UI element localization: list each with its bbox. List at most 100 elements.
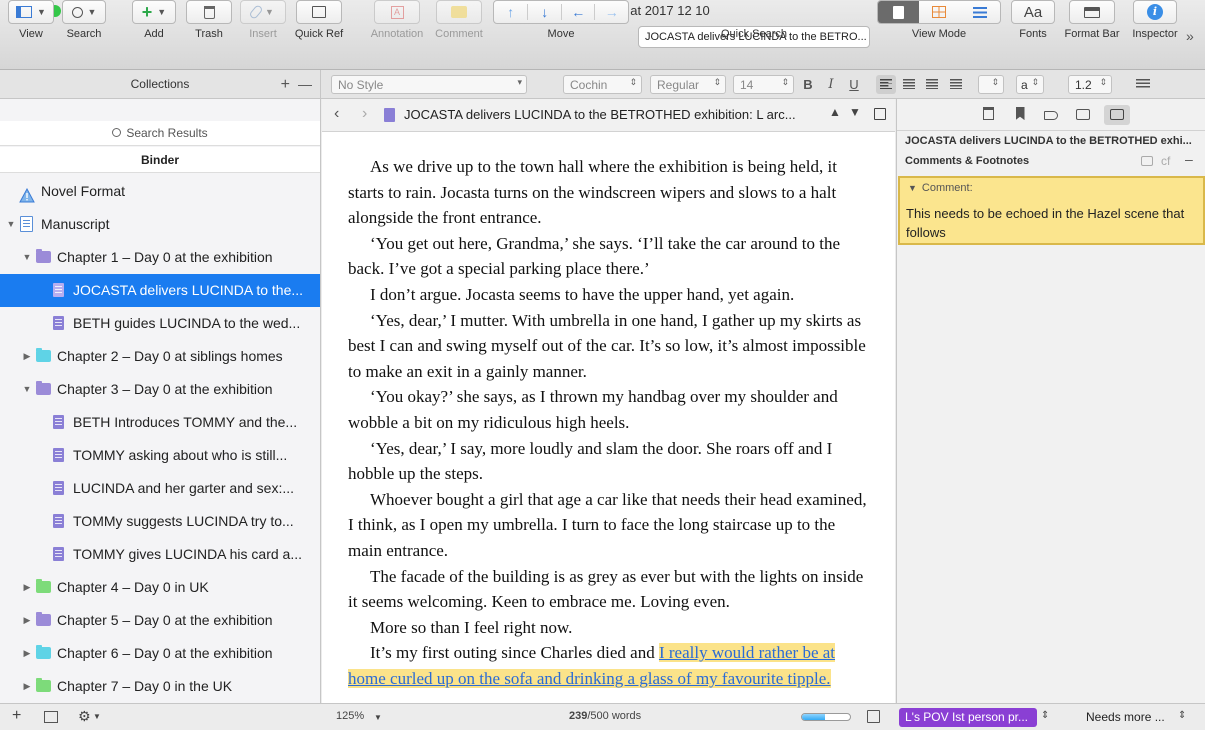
next-document-button[interactable]: ▼: [849, 105, 861, 119]
disclosure-open-icon[interactable]: ▼: [21, 373, 33, 406]
word-count[interactable]: 239/500 words: [569, 710, 641, 722]
editor-paragraph[interactable]: ‘Yes, dear,’ I mutter. With umbrella in …: [348, 308, 870, 385]
add-footnote-button[interactable]: cf: [1161, 154, 1170, 168]
trash-button[interactable]: [186, 0, 232, 24]
quick-ref-button[interactable]: [296, 0, 342, 24]
gear-icon[interactable]: ⚙: [78, 708, 91, 725]
binder-tab[interactable]: Binder: [0, 147, 320, 173]
binder-folder[interactable]: ▶ Chapter 2 – Day 0 at siblings homes: [0, 340, 320, 373]
move-right-button[interactable]: →: [594, 4, 628, 20]
editor-paragraph[interactable]: ‘You get out here, Grandma,’ she says. ‘…: [348, 231, 870, 282]
previous-document-button[interactable]: ▲: [829, 105, 841, 119]
font-family-select[interactable]: Cochin ⇕: [563, 75, 642, 94]
search-results-tab[interactable]: Search Results: [0, 121, 320, 146]
editor-paragraph[interactable]: Whoever bought a girl that age a car lik…: [348, 487, 870, 564]
disclosure-open-icon[interactable]: ▼: [21, 241, 33, 274]
underline-button[interactable]: U: [844, 75, 864, 94]
disclosure-closed-icon[interactable]: ▶: [21, 604, 33, 637]
binder-folder[interactable]: ▶ Chapter 6 – Day 0 at the exhibition: [0, 637, 320, 670]
text-editor[interactable]: As we drive up to the town hall where th…: [322, 132, 895, 703]
binder-document[interactable]: TOMMY gives LUCINDA his card a...: [0, 538, 320, 571]
editor-paragraph[interactable]: As we drive up to the town hall where th…: [348, 154, 870, 231]
remove-comment-button[interactable]: –: [1185, 151, 1193, 167]
comment-button[interactable]: [436, 0, 482, 24]
notes-tab[interactable]: [977, 105, 999, 125]
line-spacing-select[interactable]: 1.2 ⇕: [1068, 75, 1112, 94]
label-select[interactable]: L's POV Ist person pr...: [899, 708, 1037, 727]
binder-document[interactable]: BETH guides LUCINDA to the wed...: [0, 307, 320, 340]
move-left-button[interactable]: ←: [560, 4, 595, 20]
binder-folder[interactable]: ▶ Chapter 4 – Day 0 in UK: [0, 571, 320, 604]
insert-button[interactable]: ▼: [240, 0, 286, 24]
annotation-button[interactable]: A: [374, 0, 420, 24]
text-color-select[interactable]: ⇕: [978, 75, 1004, 94]
editor-paragraph[interactable]: ‘You okay?’ she says, as I thrown my han…: [348, 384, 870, 435]
comment-card[interactable]: ▼ Comment: This needs to be echoed in the…: [898, 176, 1205, 245]
binder-folder[interactable]: ▶ Chapter 7 – Day 0 in the UK: [0, 670, 320, 703]
style-select[interactable]: No Style ▾: [331, 75, 527, 94]
add-item-button[interactable]: +: [12, 707, 21, 725]
disclosure-closed-icon[interactable]: ▶: [21, 670, 33, 703]
split-editor-icon[interactable]: [874, 108, 886, 120]
highlight-color-select[interactable]: a ⇕: [1016, 75, 1044, 94]
toolbar-overflow-icon[interactable]: »: [1186, 28, 1194, 44]
disclosure-open-icon[interactable]: ▼: [5, 208, 17, 241]
disclosure-closed-icon[interactable]: ▶: [21, 637, 33, 670]
binder-document[interactable]: LUCINDA and her garter and sex:...: [0, 472, 320, 505]
editor-paragraph[interactable]: It’s my first outing since Charles died …: [348, 640, 870, 691]
add-comment-icon[interactable]: [1141, 156, 1153, 166]
bold-button[interactable]: B: [798, 75, 818, 94]
folder-icon: [36, 348, 51, 362]
comment-text[interactable]: This needs to be echoed in the Hazel sce…: [906, 204, 1198, 242]
inspector-button[interactable]: i: [1133, 0, 1177, 24]
align-center-button[interactable]: [899, 75, 919, 94]
comment-header[interactable]: ▼ Comment:: [908, 182, 973, 194]
editor-body[interactable]: As we drive up to the town hall where th…: [348, 154, 870, 691]
add-button[interactable]: + ▼: [132, 0, 176, 24]
collapse-collections-button[interactable]: —: [298, 70, 312, 99]
font-weight-select[interactable]: Regular ⇕: [650, 75, 726, 94]
binder-item[interactable]: Novel Format: [0, 175, 320, 208]
font-size-select[interactable]: 14 ⇕: [733, 75, 794, 94]
format-bar-button[interactable]: [1069, 0, 1115, 24]
navigate-forward-button[interactable]: ›: [362, 105, 367, 123]
move-up-button[interactable]: ↑: [494, 4, 527, 20]
editor-paragraph[interactable]: More so than I feel right now.: [348, 615, 870, 641]
binder-folder[interactable]: ▼ Chapter 1 – Day 0 at the exhibition: [0, 241, 320, 274]
add-folder-icon[interactable]: [44, 711, 58, 723]
snapshots-tab[interactable]: [1072, 105, 1094, 125]
italic-button[interactable]: I: [821, 75, 841, 94]
edit-target-icon[interactable]: [867, 710, 880, 723]
binder-folder[interactable]: ▶ Chapter 5 – Day 0 at the exhibition: [0, 604, 320, 637]
binder-item[interactable]: ▼ Manuscript: [0, 208, 320, 241]
list-style-button[interactable]: [1128, 75, 1158, 94]
move-down-button[interactable]: ↓: [527, 4, 561, 20]
binder-document[interactable]: JOCASTA delivers LUCINDA to the...: [0, 274, 320, 307]
editor-paragraph[interactable]: The facade of the building is as grey as…: [348, 564, 870, 615]
zoom-level[interactable]: 125%: [336, 710, 364, 722]
view-mode-corkboard-button[interactable]: [919, 1, 960, 23]
view-mode-document-button[interactable]: [878, 1, 919, 23]
align-justify-button[interactable]: [946, 75, 966, 94]
bookmarks-tab[interactable]: [1009, 105, 1031, 125]
fonts-button[interactable]: Aa: [1011, 0, 1055, 24]
metadata-tab[interactable]: [1040, 105, 1062, 125]
view-button[interactable]: ▼: [8, 0, 54, 24]
align-left-button[interactable]: [876, 75, 896, 94]
comments-tab[interactable]: [1104, 105, 1130, 125]
binder-document[interactable]: TOMMY asking about who is still...: [0, 439, 320, 472]
navigate-back-button[interactable]: ‹: [334, 105, 339, 123]
editor-paragraph[interactable]: ‘Yes, dear,’ I say, more loudly and slam…: [348, 436, 870, 487]
editor-document-title[interactable]: JOCASTA delivers LUCINDA to the BETROTHE…: [404, 107, 820, 122]
disclosure-closed-icon[interactable]: ▶: [21, 571, 33, 604]
disclosure-closed-icon[interactable]: ▶: [21, 340, 33, 373]
binder-folder[interactable]: ▼ Chapter 3 – Day 0 at the exhibition: [0, 373, 320, 406]
editor-paragraph[interactable]: I don’t argue. Jocasta seems to have the…: [348, 282, 870, 308]
add-collection-button[interactable]: +: [281, 70, 290, 99]
binder-document[interactable]: TOMMy suggests LUCINDA try to...: [0, 505, 320, 538]
binder-document[interactable]: BETH Introduces TOMMY and the...: [0, 406, 320, 439]
view-mode-outline-button[interactable]: [959, 1, 1000, 23]
status-select[interactable]: Needs more ...: [1086, 710, 1165, 724]
search-button[interactable]: ▼: [62, 0, 106, 24]
align-right-button[interactable]: [922, 75, 942, 94]
